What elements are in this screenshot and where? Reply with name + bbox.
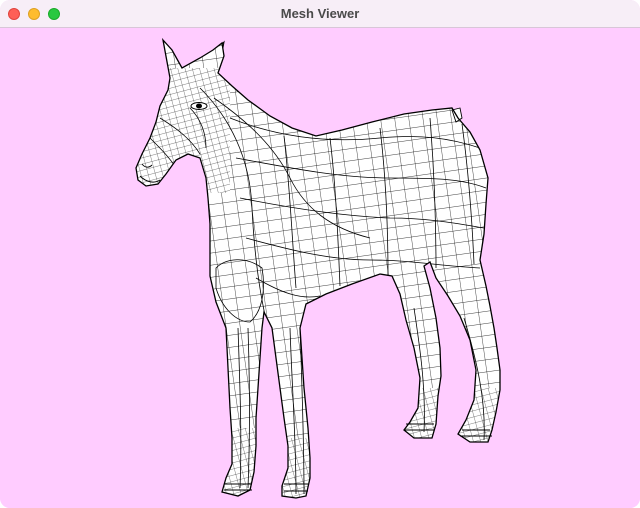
title-bar[interactable]: Mesh Viewer <box>0 0 640 28</box>
app-window: Mesh Viewer <box>0 0 640 508</box>
window-title: Mesh Viewer <box>280 6 360 21</box>
mesh-viewport[interactable] <box>0 28 640 508</box>
horse-wireframe-canvas[interactable] <box>0 28 640 508</box>
horse-mesh <box>135 39 501 499</box>
